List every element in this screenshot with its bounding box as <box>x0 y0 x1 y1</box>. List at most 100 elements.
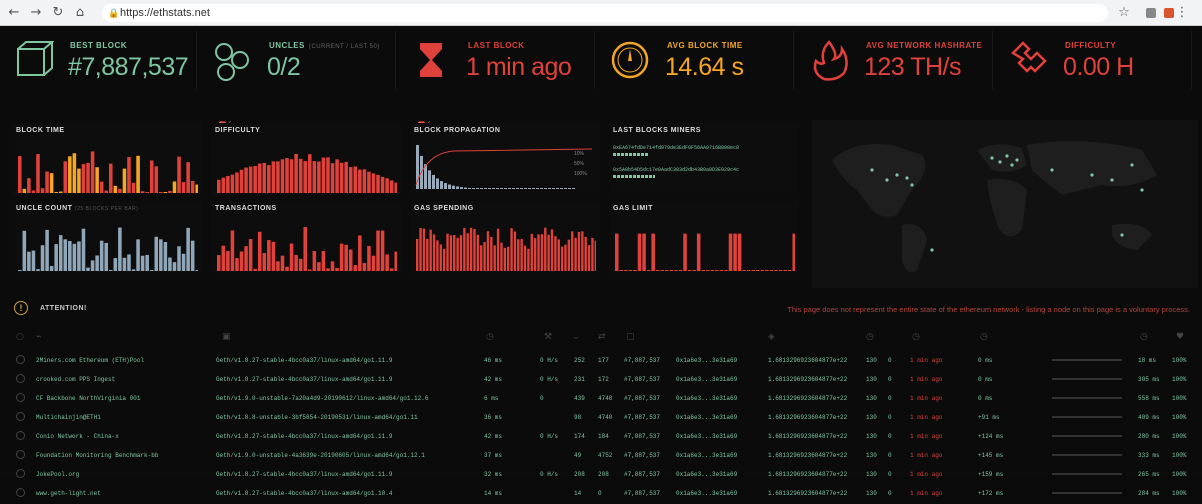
chart-block-time: BLOCK TIME <box>12 123 202 195</box>
chart-bar <box>533 238 537 271</box>
pin-toggle[interactable] <box>16 431 25 440</box>
cell-avg: 558 ms <box>1138 395 1160 402</box>
stat-label: AVG NETWORK HASHRATE <box>866 41 983 50</box>
propagation-bar <box>480 188 483 189</box>
chart-bar <box>692 270 696 271</box>
chart-bar <box>159 239 163 271</box>
stat-value: 0.00 H <box>1063 53 1134 81</box>
propagation-bar <box>536 188 539 189</box>
chart-bar <box>217 179 221 193</box>
pin-toggle[interactable] <box>16 412 25 421</box>
chart-bar <box>696 233 701 271</box>
node-location-dot <box>895 173 899 177</box>
chart-bar <box>317 262 321 271</box>
pending-icon[interactable]: ⇄ <box>598 332 606 342</box>
chart-bar <box>63 161 68 193</box>
extension-icon[interactable] <box>1146 7 1156 18</box>
cell-prop: 0 ms <box>978 357 993 364</box>
chart-bar <box>733 233 737 271</box>
chart-bar <box>271 241 276 271</box>
cell-prop: 0 ms <box>978 376 993 383</box>
chart-bar <box>186 227 190 271</box>
chart-bar <box>186 162 190 193</box>
cell-up: 100% <box>1172 376 1187 383</box>
pin-toggle[interactable] <box>16 393 25 402</box>
chart-bar <box>77 168 81 193</box>
hashrate-icon[interactable]: ⚒ <box>544 332 552 342</box>
uptime-icon[interactable]: ♥ <box>1176 332 1184 342</box>
chart-bar <box>449 235 453 271</box>
star-icon[interactable]: ☆ <box>1116 5 1132 21</box>
propagation-sparkline <box>1052 492 1122 494</box>
chart-bar <box>774 270 778 271</box>
chart-bar <box>31 250 36 271</box>
pin-toggle[interactable] <box>16 469 25 478</box>
avg-prop-icon[interactable]: ◷ <box>1140 332 1148 342</box>
chart-bar <box>36 154 40 193</box>
chart-bar <box>615 233 619 271</box>
chart-bar <box>432 234 436 271</box>
chart-bar <box>257 231 262 271</box>
home-icon[interactable]: ⌂ <box>72 5 88 21</box>
back-icon[interactable]: ← <box>6 5 22 21</box>
chart-bar <box>483 242 486 271</box>
chart-plot <box>18 151 198 193</box>
chart-bar <box>500 242 503 271</box>
pin-toggle[interactable] <box>16 374 25 383</box>
pin-icon[interactable]: ○ <box>16 332 24 342</box>
chart-bar <box>715 270 719 271</box>
chart-bar <box>49 266 54 271</box>
chart-bar <box>177 246 181 271</box>
node-icon[interactable]: ⌁ <box>36 332 41 342</box>
latency-icon[interactable]: ◷ <box>486 332 494 342</box>
difficulty-icon[interactable]: ◈ <box>768 332 775 342</box>
chart-bar <box>303 227 307 271</box>
stat-label: LAST BLOCK <box>468 41 525 50</box>
dashboard: BEST BLOCK #7,887,537 UNCLES (CURRENT / LAS… <box>0 27 1202 497</box>
reload-icon[interactable]: ↻ <box>50 5 66 21</box>
cell-hash: 0x1a6e3...3e31a69 <box>676 433 738 440</box>
stat-label: DIFFICULTY <box>1065 41 1117 50</box>
txs-icon[interactable]: ◷ <box>866 332 874 342</box>
chart-bar <box>422 228 426 271</box>
chart-bar <box>190 180 195 193</box>
pin-toggle[interactable] <box>16 355 25 364</box>
menu-icon[interactable]: ⋮ <box>1174 5 1190 21</box>
cell-latency: 42 ms <box>484 433 503 440</box>
table-row[interactable]: www.geth-light.net Geth/v1.8.27-stable-4b… <box>0 482 1202 504</box>
address-bar[interactable]: 🔒 https://ethstats.net <box>102 3 1108 22</box>
cell-hashrate: 0 H/s <box>540 376 559 383</box>
cell-pending: 177 <box>598 357 609 364</box>
extension-icon[interactable] <box>1164 7 1174 18</box>
peers-icon[interactable]: ⌄ <box>572 332 580 342</box>
chart-bar <box>136 155 140 193</box>
attention-label: ATTENTION! <box>40 305 87 312</box>
chart-bar <box>239 251 244 271</box>
chart-bar <box>683 233 687 271</box>
cell-time: 1 min ago <box>910 395 943 402</box>
propagation-curve <box>415 148 593 186</box>
chart-bar <box>226 251 230 271</box>
forward-icon[interactable]: → <box>28 5 44 21</box>
chart-bar <box>235 172 239 193</box>
chart-bar <box>389 268 394 271</box>
client-icon[interactable]: ▣ <box>222 332 231 342</box>
chart-bar <box>646 270 651 271</box>
chart-bar <box>459 235 463 271</box>
cell-peers: 252 <box>574 357 585 364</box>
chart-bar <box>63 239 68 271</box>
stat-value: 14.64 s <box>665 53 744 81</box>
cell-peers: 49 <box>574 452 582 459</box>
node-location-dot <box>998 160 1002 164</box>
chart-bar <box>339 162 344 193</box>
pin-toggle[interactable] <box>16 488 25 497</box>
chart-bar <box>95 167 99 193</box>
chart-bar <box>72 153 77 193</box>
cell-block: #7,887,537 <box>624 471 661 478</box>
propagation-icon[interactable]: ◷ <box>980 332 988 342</box>
time-icon[interactable]: ◷ <box>912 332 920 342</box>
cell-name: 2Miners.com Ethereum (ETH)Pool <box>36 357 145 364</box>
block-icon[interactable]: ▢ <box>626 332 635 342</box>
pin-toggle[interactable] <box>16 450 25 459</box>
miner-address: 0xEA674fdDe714fd979de3EdF0F56AA9716B898e… <box>613 145 740 151</box>
